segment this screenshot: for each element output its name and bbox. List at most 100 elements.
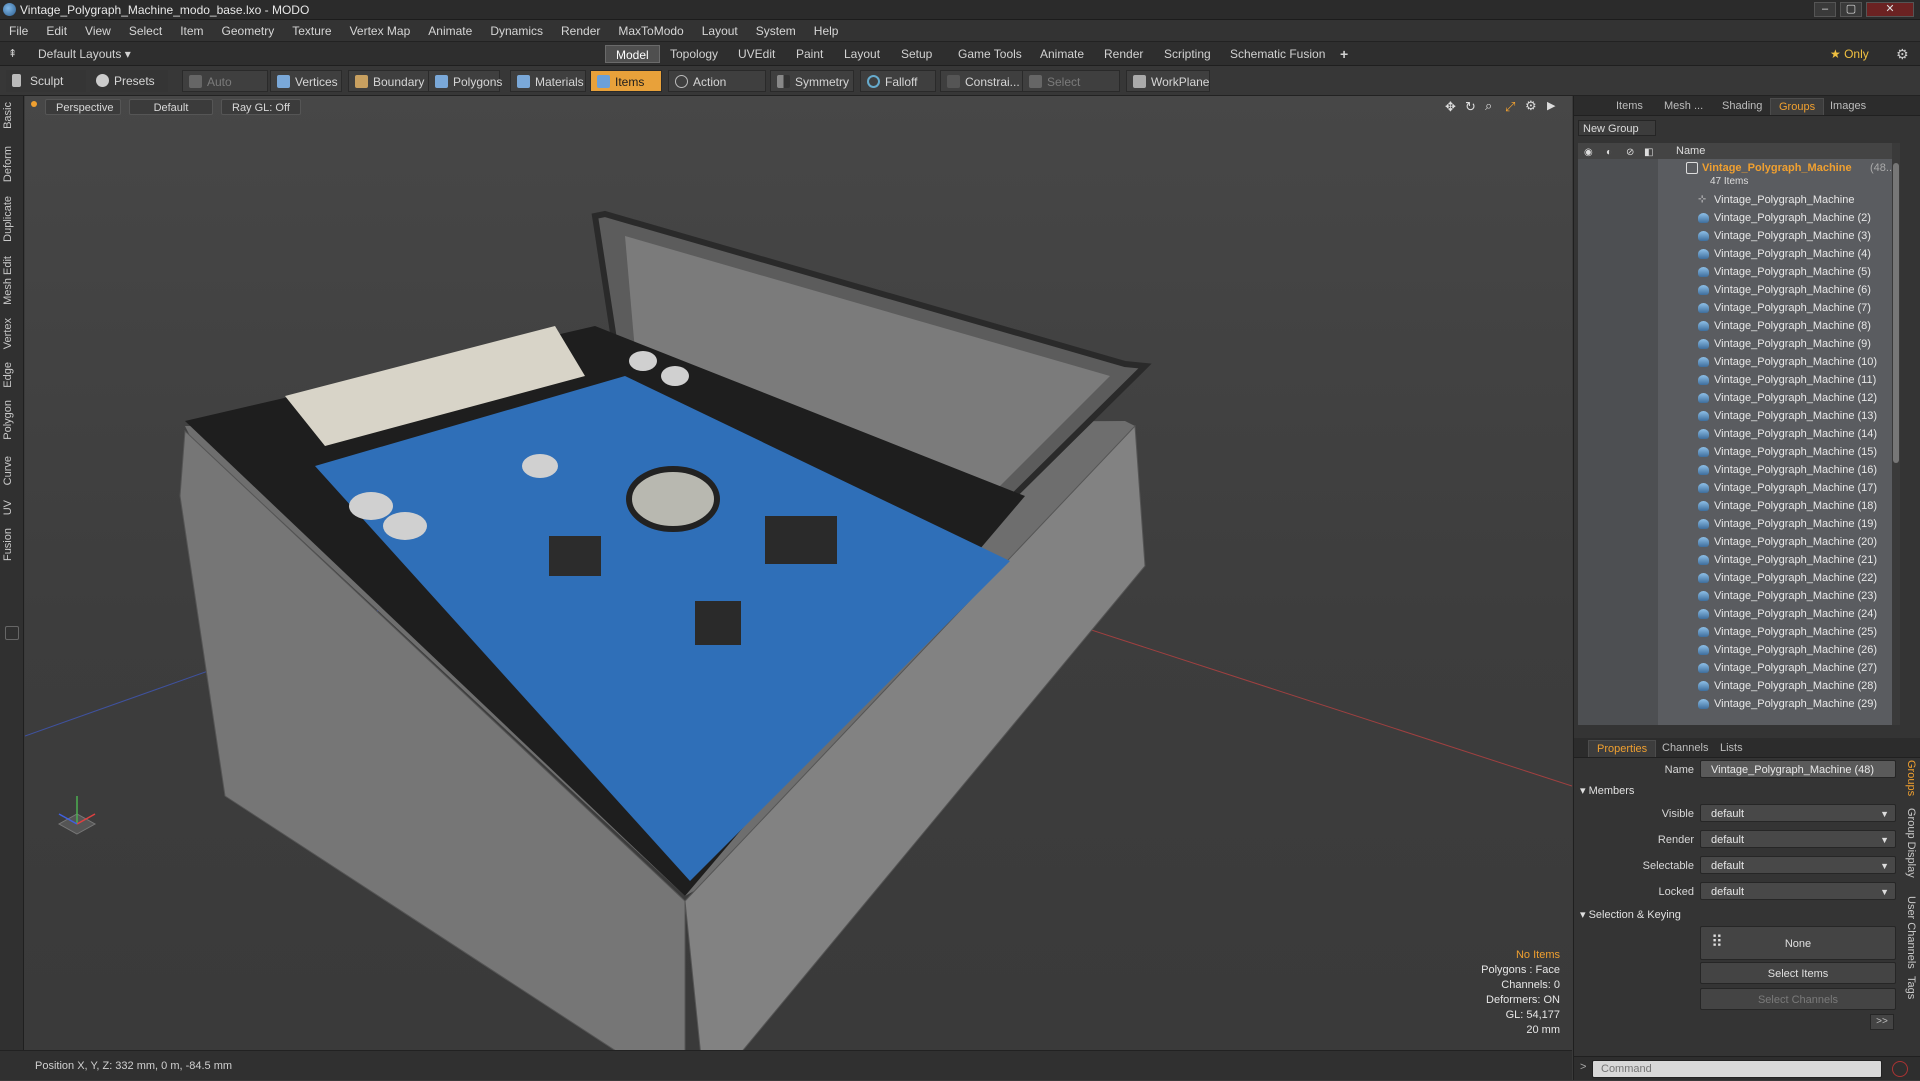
list-item[interactable]: Vintage_Polygraph_Machine (28) xyxy=(1578,677,1900,695)
minimize-button[interactable]: – xyxy=(1814,2,1836,17)
list-item[interactable]: Vintage_Polygraph_Machine (23) xyxy=(1578,587,1900,605)
list-item[interactable]: Vintage_Polygraph_Machine (26) xyxy=(1578,641,1900,659)
tab-properties[interactable]: Properties xyxy=(1588,740,1657,757)
list-item[interactable]: Vintage_Polygraph_Machine (6) xyxy=(1578,281,1900,299)
more-button[interactable]: >> xyxy=(1870,1014,1894,1030)
gear-icon[interactable]: ⚙ xyxy=(1896,46,1909,63)
workplane-button[interactable]: WorkPlane xyxy=(1126,70,1210,92)
command-input[interactable] xyxy=(1592,1060,1882,1078)
vertices-button[interactable]: Vertices xyxy=(270,70,342,92)
tab-layout[interactable]: Layout xyxy=(834,45,890,63)
items-button[interactable]: Items xyxy=(590,70,662,92)
menu-item[interactable]: Item xyxy=(171,20,212,42)
list-item[interactable]: Vintage_Polygraph_Machine (5) xyxy=(1578,263,1900,281)
list-item[interactable]: Vintage_Polygraph_Machine (10) xyxy=(1578,353,1900,371)
side-tab-groups[interactable]: Groups xyxy=(1899,760,1917,796)
tab-setup[interactable]: Setup xyxy=(891,45,942,63)
list-item[interactable]: Vintage_Polygraph_Machine (24) xyxy=(1578,605,1900,623)
stop-icon[interactable] xyxy=(1892,1061,1908,1077)
maximize-button[interactable]: ▢ xyxy=(1840,2,1862,17)
collapse-icon[interactable]: ⇞ xyxy=(8,47,17,60)
tab-polygon[interactable]: Polygon xyxy=(2,400,22,440)
tab-uvedit[interactable]: UVEdit xyxy=(728,45,785,63)
none-button[interactable]: ⠿ None xyxy=(1700,926,1896,960)
side-tab-user-channels[interactable]: User Channels xyxy=(1899,896,1917,969)
tab-lists[interactable]: Lists xyxy=(1712,740,1751,757)
list-item[interactable]: Vintage_Polygraph_Machine (8) xyxy=(1578,317,1900,335)
list-item[interactable]: Vintage_Polygraph_Machine (18) xyxy=(1578,497,1900,515)
menu-view[interactable]: View xyxy=(76,20,120,42)
tab-mesh-edit[interactable]: Mesh Edit xyxy=(2,256,22,305)
tab-shading[interactable]: Shading xyxy=(1714,98,1770,115)
list-item[interactable]: Vintage_Polygraph_Machine (14) xyxy=(1578,425,1900,443)
visible-dropdown[interactable]: default ▼ xyxy=(1700,804,1896,822)
list-item[interactable]: Vintage_Polygraph_Machine (19) xyxy=(1578,515,1900,533)
list-item[interactable]: Vintage_Polygraph_Machine (7) xyxy=(1578,299,1900,317)
menu-edit[interactable]: Edit xyxy=(37,20,76,42)
tab-edge[interactable]: Edge xyxy=(2,362,22,388)
scrollbar-thumb[interactable] xyxy=(1893,163,1899,463)
tab-mesh[interactable]: Mesh ... xyxy=(1656,98,1711,115)
tab-toggle-icon[interactable] xyxy=(5,626,19,640)
close-button[interactable]: ✕ xyxy=(1866,2,1914,17)
tab-images[interactable]: Images xyxy=(1822,98,1874,115)
menu-render[interactable]: Render xyxy=(552,20,609,42)
tab-items[interactable]: Items xyxy=(1608,98,1651,115)
list-item[interactable]: Vintage_Polygraph_Machine (11) xyxy=(1578,371,1900,389)
menu-help[interactable]: Help xyxy=(805,20,848,42)
menu-animate[interactable]: Animate xyxy=(419,20,481,42)
materials-button[interactable]: Materials xyxy=(510,70,586,92)
falloff-button[interactable]: Falloff xyxy=(860,70,936,92)
render-dropdown[interactable]: default ▼ xyxy=(1700,830,1896,848)
group-row[interactable]: Vintage_Polygraph_Machine (48... 47 Item… xyxy=(1578,159,1900,191)
tab-paint[interactable]: Paint xyxy=(786,45,833,63)
side-tab-tags[interactable]: Tags xyxy=(1899,976,1917,999)
tab-duplicate[interactable]: Duplicate xyxy=(2,196,22,242)
tab-render[interactable]: Render xyxy=(1094,45,1153,63)
list-item[interactable]: Vintage_Polygraph_Machine (13) xyxy=(1578,407,1900,425)
3d-viewport[interactable]: Perspective Default Ray GL: Off ✥ ↻ ⌕ ⤢ … xyxy=(25,96,1572,1050)
list-item[interactable]: Vintage_Polygraph_Machine (16) xyxy=(1578,461,1900,479)
tab-uv[interactable]: UV xyxy=(2,500,22,515)
list-item[interactable]: Vintage_Polygraph_Machine (3) xyxy=(1578,227,1900,245)
only-toggle[interactable]: ★ Only xyxy=(1820,45,1879,63)
tab-vertex[interactable]: Vertex xyxy=(2,318,22,349)
list-item[interactable]: Vintage_Polygraph_Machine (9) xyxy=(1578,335,1900,353)
members-section[interactable]: ▾ Members xyxy=(1580,784,1634,797)
menu-dynamics[interactable]: Dynamics xyxy=(481,20,552,42)
tab-deform[interactable]: Deform xyxy=(2,146,22,182)
symmetry-button[interactable]: Symmetry xyxy=(770,70,854,92)
list-item[interactable]: Vintage_Polygraph_Machine (29) xyxy=(1578,695,1900,713)
menu-geometry[interactable]: Geometry xyxy=(213,20,284,42)
menu-maxtomodo[interactable]: MaxToModo xyxy=(609,20,692,42)
tab-schematic-fusion[interactable]: Schematic Fusion xyxy=(1220,45,1335,63)
list-item[interactable]: Vintage_Polygraph_Machine (20) xyxy=(1578,533,1900,551)
selection-keying-section[interactable]: ▾ Selection & Keying xyxy=(1580,908,1681,921)
tab-curve[interactable]: Curve xyxy=(2,456,22,485)
menu-layout[interactable]: Layout xyxy=(693,20,747,42)
locked-dropdown[interactable]: default ▼ xyxy=(1700,882,1896,900)
constraints-button[interactable]: Constrai... xyxy=(940,70,1026,92)
menu-system[interactable]: System xyxy=(747,20,805,42)
tab-topology[interactable]: Topology xyxy=(660,45,728,63)
menu-select[interactable]: Select xyxy=(120,20,171,42)
presets-button[interactable]: Presets xyxy=(90,70,168,92)
list-scrollbar[interactable] xyxy=(1892,143,1900,725)
tab-scripting[interactable]: Scripting xyxy=(1154,45,1221,63)
list-item[interactable]: Vintage_Polygraph_Machine (2) xyxy=(1578,209,1900,227)
tab-fusion[interactable]: Fusion xyxy=(2,528,22,561)
sculpt-button[interactable]: Sculpt xyxy=(6,70,86,92)
side-tab-group-display[interactable]: Group Display xyxy=(1899,808,1917,878)
group-name-field[interactable]: Vintage_Polygraph_Machine (48) xyxy=(1700,760,1896,778)
list-item[interactable]: Vintage_Polygraph_Machine (21) xyxy=(1578,551,1900,569)
auto-select-button[interactable]: Auto Select xyxy=(182,70,268,111)
name-column-header[interactable]: Name xyxy=(1676,143,1705,159)
tab-animate[interactable]: Animate xyxy=(1030,45,1094,63)
polygons-button[interactable]: Polygons xyxy=(428,70,502,92)
list-item[interactable]: Vintage_Polygraph_Machine (17) xyxy=(1578,479,1900,497)
select-channels-button[interactable]: Select Channels xyxy=(1700,988,1896,1010)
menu-vertex-map[interactable]: Vertex Map xyxy=(341,20,420,42)
list-item[interactable]: Vintage_Polygraph_Machine (22) xyxy=(1578,569,1900,587)
list-item[interactable]: ⊹ Vintage_Polygraph_Machine xyxy=(1578,191,1900,209)
add-tab-button[interactable]: + xyxy=(1330,45,1358,63)
